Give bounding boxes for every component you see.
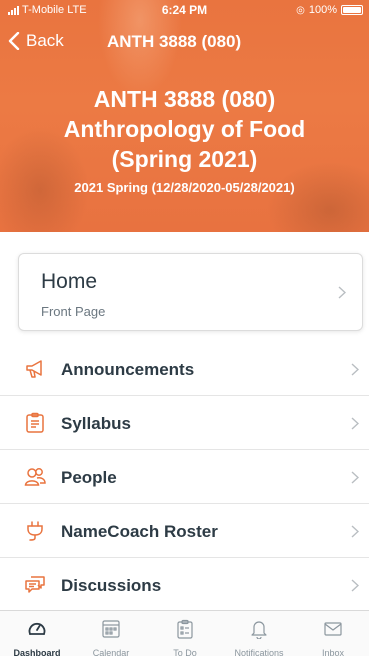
menu-item-discussions[interactable]: Discussions bbox=[0, 558, 369, 612]
chevron-right-icon bbox=[351, 471, 359, 484]
dashboard-icon bbox=[28, 622, 46, 635]
todo-icon bbox=[177, 619, 193, 639]
course-name: Anthropology of Food bbox=[63, 116, 306, 142]
plug-icon bbox=[27, 521, 43, 541]
calendar-icon bbox=[102, 620, 120, 638]
tab-calendar[interactable]: Calendar bbox=[74, 611, 148, 656]
status-bar: T-Mobile LTE 6:24 PM ◎ 100% bbox=[0, 0, 369, 20]
menu-item-people[interactable]: People bbox=[0, 450, 369, 504]
home-title: Home bbox=[41, 270, 98, 293]
tab-to-do[interactable]: To Do bbox=[148, 611, 222, 656]
course-name-term: (Spring 2021) bbox=[111, 146, 258, 172]
menu-item-label: Announcements bbox=[61, 360, 195, 379]
tab-label: Calendar bbox=[92, 648, 130, 656]
chevron-left-icon bbox=[8, 32, 20, 50]
chevron-right-icon bbox=[351, 525, 359, 538]
tab-label: Inbox bbox=[321, 648, 345, 656]
people-icon bbox=[24, 468, 46, 486]
tab-label: Dashboard bbox=[13, 648, 61, 656]
battery-info: ◎ 100% bbox=[296, 4, 363, 16]
menu-item-syllabus[interactable]: Syllabus bbox=[0, 396, 369, 450]
tab-label: Notifications bbox=[234, 648, 284, 656]
back-button[interactable]: Back bbox=[8, 31, 64, 51]
battery-icon bbox=[341, 5, 363, 15]
course-term-dates: 2021 Spring (12/28/2020-05/28/2021) bbox=[74, 180, 295, 195]
bell-icon bbox=[251, 621, 267, 639]
menu-item-label: People bbox=[61, 468, 117, 487]
course-menu: Announcements Syllabus People NameCoach … bbox=[0, 342, 369, 612]
location-icon: ◎ bbox=[296, 4, 305, 16]
menu-item-label: Discussions bbox=[61, 576, 162, 595]
inbox-icon bbox=[324, 622, 342, 636]
menu-item-announcements[interactable]: Announcements bbox=[0, 342, 369, 396]
megaphone-icon bbox=[26, 360, 42, 378]
tab-label: To Do bbox=[173, 648, 197, 656]
menu-item-namecoach-roster[interactable]: NameCoach Roster bbox=[0, 504, 369, 558]
discussion-icon bbox=[25, 576, 45, 593]
chevron-right-icon bbox=[351, 579, 359, 592]
menu-item-label: NameCoach Roster bbox=[61, 522, 218, 541]
tab-dashboard[interactable]: Dashboard bbox=[0, 611, 74, 656]
menu-item-label: Syllabus bbox=[61, 414, 131, 433]
chevron-right-icon bbox=[338, 286, 346, 299]
back-label: Back bbox=[26, 31, 64, 50]
clipboard-icon bbox=[26, 412, 44, 433]
battery-percent: 100% bbox=[308, 4, 337, 16]
course-code: ANTH 3888 (080) bbox=[93, 86, 276, 112]
chevron-right-icon bbox=[351, 417, 359, 430]
tab-notifications[interactable]: Notifications bbox=[222, 611, 296, 656]
course-header: T-Mobile LTE 6:24 PM ◎ 100% Back ANTH 38… bbox=[0, 0, 369, 232]
nav-title: ANTH 3888 (080) bbox=[107, 32, 242, 51]
tab-bar: Dashboard Calendar To Do Notifications I… bbox=[0, 610, 369, 656]
home-subtitle: Front Page bbox=[41, 304, 106, 319]
tab-inbox[interactable]: Inbox bbox=[296, 611, 369, 656]
home-card[interactable]: Home Front Page bbox=[18, 253, 363, 331]
course-info: ANTH 3888 (080) Anthropology of Food (Sp… bbox=[0, 84, 369, 198]
app-screen: T-Mobile LTE 6:24 PM ◎ 100% Back ANTH 38… bbox=[0, 0, 369, 656]
nav-bar: Back ANTH 3888 (080) bbox=[0, 26, 369, 56]
chevron-right-icon bbox=[351, 363, 359, 376]
